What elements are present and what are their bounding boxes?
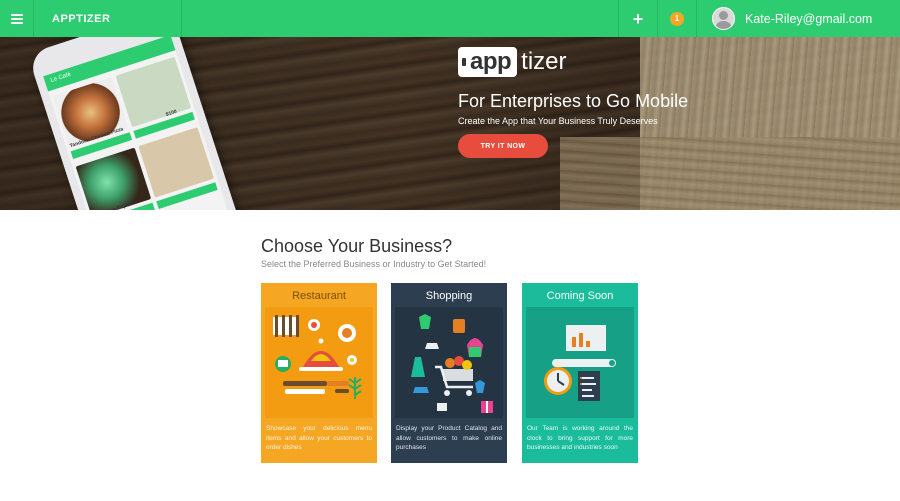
card-title: Coming Soon [546,290,614,302]
avatar [712,7,735,30]
notifications-button[interactable]: 1 [657,0,696,37]
shopping-illustration [395,307,503,418]
coming-soon-illustration [526,307,634,418]
notification-badge: 1 [670,11,684,26]
user-menu[interactable]: Kate-Riley@gmail.com [696,0,900,37]
logo-tizer-text: tizer [521,48,567,75]
menu-button[interactable] [0,0,34,37]
restaurant-illustration [265,307,373,418]
card-title: Restaurant [292,290,346,302]
user-email: Kate-Riley@gmail.com [745,11,873,26]
try-it-now-button[interactable]: TRY IT NOW [458,134,548,158]
brand-name[interactable]: APPTIZER [34,0,182,37]
section-title: Choose Your Business? [261,236,453,256]
coming-soon-card[interactable]: Coming Soon Our Team is working around t… [522,283,638,463]
card-description: Display your Product Catalog and allow c… [396,425,502,451]
card-description: Our Team is working around the clock to … [527,425,633,451]
restaurant-card[interactable]: Restaurant Showcase your delicious menu … [261,283,377,463]
section-subtitle: Select the Preferred Business or Industr… [261,259,487,269]
apptizer-logo: app tizer [458,47,758,77]
hero-content: app tizer For Enterprises to Go Mobile C… [458,47,758,158]
plus-icon: + [632,8,644,29]
add-button[interactable]: + [618,0,657,37]
hero-title: For Enterprises to Go Mobile [458,91,689,111]
top-navigation-bar: APPTIZER + 1 Kate-Riley@gmail.com [0,0,900,37]
wood-background-lower [560,137,900,210]
shopping-card[interactable]: Shopping Display your Product Catalog an… [391,283,507,463]
hero-subtitle: Create the App that Your Business Truly … [458,116,658,126]
card-description: Showcase your delicious menu items and a… [266,425,372,451]
logo-app-text: app [470,48,512,75]
hamburger-icon [10,13,23,24]
phone-mockup-image: Le Café Tandoori Chicken Pizza $100 Choc… [0,37,267,210]
hero-banner: Le Café Tandoori Chicken Pizza $100 Choc… [0,37,900,210]
card-title: Shopping [425,290,473,302]
choose-business-section: Choose Your Business? Select the Preferr… [261,236,641,269]
